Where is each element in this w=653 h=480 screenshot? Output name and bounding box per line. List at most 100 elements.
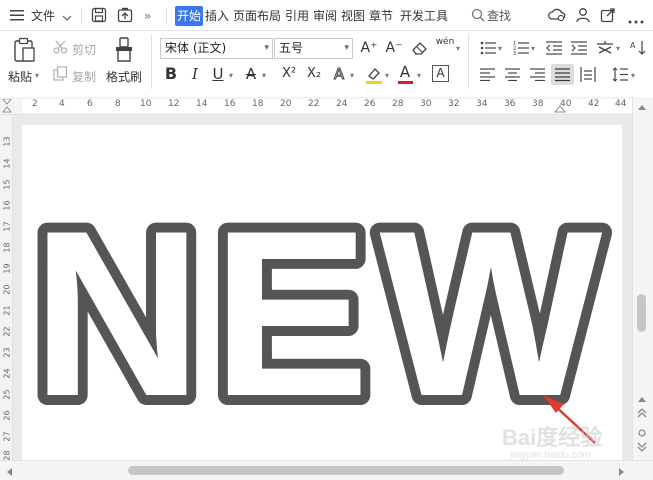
vertical-ruler[interactable]: 13 14 15 16 17 18 19 20 21 22 23 24 25 2…: [0, 115, 13, 461]
ruler-number: 34: [476, 99, 488, 109]
text-effect-button[interactable]: A: [331, 64, 347, 84]
tab-sections[interactable]: 章节: [369, 6, 393, 26]
wordart-canvas: NEW NEW: [22, 172, 612, 456]
tab-insert[interactable]: 插入: [205, 6, 229, 26]
ruler-number: 21: [2, 305, 12, 316]
decrease-indent-icon[interactable]: [546, 41, 562, 55]
ruler-number: 12: [168, 99, 180, 109]
search-label[interactable]: 查找: [487, 6, 511, 26]
chevron-down-icon[interactable]: ▾: [350, 71, 354, 80]
vertical-scrollbar[interactable]: [632, 97, 653, 460]
paste-icon[interactable]: [13, 37, 37, 63]
ruler-number: 2: [32, 99, 38, 109]
document-page[interactable]: NEW NEW: [22, 125, 622, 460]
ruler-number: 26: [2, 410, 12, 421]
file-menu[interactable]: 文件: [31, 6, 55, 26]
share-icon[interactable]: [600, 7, 616, 23]
save-icon[interactable]: [91, 7, 107, 23]
ruler-number: 16: [2, 200, 12, 211]
ruler-number: 8: [115, 99, 121, 109]
font-name-select[interactable]: 宋体 (正文) ▾: [160, 38, 273, 59]
chevron-up-double-icon[interactable]: [637, 407, 647, 418]
chevron-down-double-icon[interactable]: [637, 441, 647, 452]
bullet-list-icon[interactable]: [480, 41, 496, 55]
chevron-down-icon[interactable]: ▾: [498, 44, 502, 53]
paste-button[interactable]: 粘贴: [8, 68, 32, 85]
line-spacing-icon[interactable]: [612, 67, 628, 82]
tab-developer[interactable]: 开发工具: [400, 6, 448, 26]
scissors-icon[interactable]: [53, 40, 68, 54]
chevron-down-icon: ▾: [264, 43, 269, 53]
italic-button[interactable]: I: [187, 64, 203, 84]
font-name-value: 宋体 (正文): [165, 41, 227, 55]
vertical-scroll-thumb[interactable]: [637, 294, 646, 332]
grow-font-button[interactable]: A⁺: [358, 38, 380, 58]
chevron-left-icon[interactable]: [5, 466, 13, 476]
chevron-down-icon[interactable]: ▾: [616, 44, 620, 53]
chevron-down-icon[interactable]: ▾: [417, 71, 421, 80]
ruler-number: 10: [140, 99, 152, 109]
more-icon[interactable]: »: [144, 6, 151, 26]
chinese-layout-icon[interactable]: [596, 40, 614, 56]
ruler-number: 32: [448, 99, 460, 109]
select-browse-object-icon[interactable]: [638, 426, 646, 437]
chevron-down-icon[interactable]: [62, 11, 72, 21]
font-size-select[interactable]: 五号 ▾: [274, 38, 353, 59]
chevron-up-icon[interactable]: [637, 392, 647, 402]
user-icon[interactable]: [575, 7, 591, 23]
chevron-up-icon[interactable]: [637, 100, 647, 110]
horizontal-ruler[interactable]: 2 4 6 8 10 12 14 16 18 20 22 24 26 28 30…: [0, 97, 632, 115]
chevron-down-icon[interactable]: ▾: [456, 44, 460, 53]
chevron-down-icon[interactable]: ▾: [262, 71, 266, 80]
ruler-number: 18: [252, 99, 264, 109]
ruler-number: 20: [2, 284, 12, 295]
distributed-align-icon[interactable]: [580, 67, 596, 82]
indent-marker-icon[interactable]: [2, 98, 12, 113]
sort-icon[interactable]: A: [630, 40, 646, 56]
underline-button[interactable]: U: [210, 64, 226, 84]
align-left-icon[interactable]: [480, 68, 495, 82]
highlight-icon[interactable]: [366, 66, 382, 84]
tab-references[interactable]: 引用: [285, 6, 309, 26]
character-border-button[interactable]: A: [432, 65, 449, 82]
format-painter-button[interactable]: 格式刷: [106, 68, 142, 85]
copy-icon[interactable]: [53, 66, 68, 81]
chevron-down-icon[interactable]: ▾: [385, 71, 389, 80]
align-right-icon[interactable]: [530, 68, 545, 82]
phonetic-guide-button[interactable]: wén: [434, 37, 456, 57]
copy-button[interactable]: 复制: [72, 68, 96, 85]
shrink-font-button[interactable]: A⁻: [383, 38, 405, 58]
font-color-button[interactable]: A: [397, 62, 413, 82]
tab-page-layout[interactable]: 页面布局: [233, 6, 281, 26]
increase-indent-icon[interactable]: [571, 41, 587, 55]
format-painter-icon[interactable]: [114, 37, 134, 63]
superscript-button[interactable]: X²: [278, 64, 300, 84]
chevron-down-icon[interactable]: ▾: [229, 71, 233, 80]
document-area: NEW NEW: [13, 115, 632, 460]
bold-button[interactable]: B: [162, 64, 180, 84]
chevron-down-icon[interactable]: ▾: [35, 71, 39, 80]
tab-home[interactable]: 开始: [175, 6, 204, 26]
horizontal-scroll-thumb[interactable]: [128, 466, 564, 475]
ruler-number: 17: [2, 221, 12, 232]
justify-icon[interactable]: [551, 64, 574, 85]
cloud-sync-icon[interactable]: [548, 7, 566, 23]
chevron-down-icon[interactable]: ▾: [531, 44, 535, 53]
svg-text:A: A: [630, 41, 636, 50]
cut-button[interactable]: 剪切: [72, 41, 96, 58]
hamburger-menu-icon[interactable]: [10, 9, 24, 21]
eraser-icon[interactable]: [412, 41, 428, 55]
tab-view[interactable]: 视图: [341, 6, 365, 26]
ruler-number: 19: [2, 263, 12, 274]
strikethrough-button[interactable]: A: [243, 64, 259, 84]
align-center-icon[interactable]: [505, 68, 520, 82]
chevron-down-icon[interactable]: ▾: [631, 71, 635, 80]
numbered-list-icon[interactable]: 123: [513, 41, 529, 57]
tab-review[interactable]: 审阅: [313, 6, 337, 26]
font-size-value: 五号: [279, 41, 304, 55]
ruler-number: 36: [504, 99, 516, 109]
subscript-button[interactable]: X₂: [303, 64, 325, 84]
export-icon[interactable]: [117, 7, 133, 23]
more-options-icon[interactable]: [628, 13, 644, 24]
search-icon[interactable]: [471, 8, 485, 22]
